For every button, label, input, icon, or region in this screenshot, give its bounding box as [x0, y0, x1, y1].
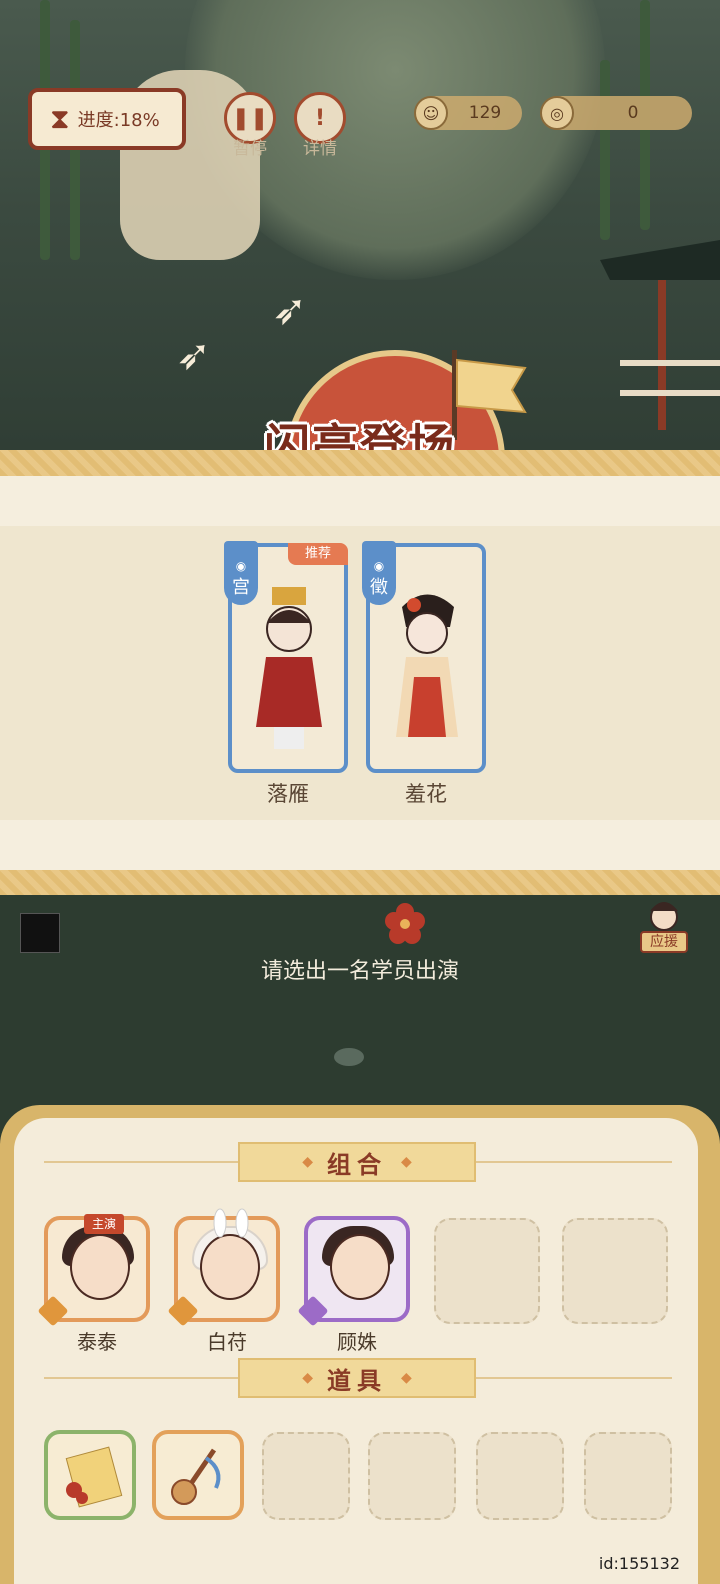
game-scene: ➶ ➶ — [0, 0, 720, 470]
diamond-icon: ◆ — [401, 1370, 412, 1386]
cheer-avatar-icon — [650, 902, 678, 931]
badge-label: 宫 — [232, 577, 250, 598]
xiuhua-figure — [396, 594, 458, 737]
member-slot-gushu[interactable] — [297, 1216, 410, 1327]
scene-thumbnail-icon[interactable] — [20, 913, 60, 953]
currency-a-display: ☺ 129 — [414, 96, 522, 130]
bunny-ears-icon — [213, 1208, 249, 1238]
currency-b-display: ◎ 0 — [540, 96, 692, 130]
member-name: 顾姝 — [337, 1330, 377, 1354]
empty-member-slot[interactable] — [562, 1218, 668, 1324]
note-icon: ◉ — [373, 559, 385, 573]
empty-member-slot[interactable] — [434, 1218, 540, 1324]
diamond-icon: ◆ — [401, 1154, 412, 1170]
progress-label: 进度:18% — [77, 110, 160, 131]
palace-note-badge: ◉ 宫 — [224, 541, 258, 605]
empty-item-slot[interactable] — [368, 1432, 456, 1520]
diamond-icon: ◆ — [302, 1154, 313, 1170]
note-icon: ◉ — [235, 559, 247, 573]
item-slot-pipa[interactable] — [152, 1430, 244, 1520]
lead-role-tag: 主演 — [84, 1214, 124, 1234]
lower-scene — [0, 895, 720, 1135]
cheer-label: 应援 — [640, 931, 688, 953]
cheer-button[interactable]: 应援 — [640, 897, 688, 955]
bird-icon: ➶ — [176, 330, 212, 379]
select-prompt: 请选出一名学员出演 — [260, 959, 459, 984]
candidate-name: 落雁 — [267, 782, 309, 806]
member-slot-baifu[interactable] — [167, 1208, 280, 1327]
member-name: 白苻 — [207, 1330, 247, 1354]
candidate-area — [0, 526, 720, 820]
items-section-title: ◆ 道具 ◆ — [238, 1358, 476, 1398]
player-id: id:155132 — [598, 1554, 680, 1573]
coin-icon: ◎ — [540, 96, 574, 130]
item-slot-scroll[interactable] — [44, 1430, 136, 1520]
portrait-face — [70, 1234, 130, 1300]
candidate-name: 羞花 — [405, 782, 447, 806]
portrait-face — [330, 1234, 390, 1300]
paper-strip — [0, 820, 720, 870]
hourglass-icon: ⧗ — [50, 102, 70, 135]
luoyan-figure — [256, 587, 322, 749]
candidate-card-luoyan[interactable]: ◉ 宫 推荐 — [224, 541, 348, 773]
currency-b-value: 0 — [627, 103, 639, 123]
paper-strip — [0, 476, 720, 526]
gold-divider — [0, 450, 720, 476]
student-avatar-icon: ☺ — [414, 96, 448, 130]
empty-item-slot[interactable] — [476, 1432, 564, 1520]
member-name: 泰泰 — [77, 1330, 117, 1354]
items-title: 道具 — [327, 1366, 387, 1395]
scroll-book-icon — [65, 1446, 123, 1508]
combo-title: 组合 — [327, 1150, 387, 1179]
bamboo-stalk — [600, 60, 610, 240]
pause-icon: ❚❚ — [231, 105, 269, 131]
empty-item-slot[interactable] — [584, 1432, 672, 1520]
recommended-tag: 推荐 — [288, 543, 348, 565]
bird-icon: ➶ — [272, 285, 308, 334]
pavilion-icon — [600, 240, 720, 430]
progress-indicator: ⧗ 进度:18% — [28, 88, 186, 150]
zhi-note-badge: ◉ 徵 — [362, 541, 396, 605]
currency-a-value: 129 — [468, 103, 502, 123]
details-label: 详情 — [303, 139, 337, 159]
pause-label: 暂停 — [233, 139, 267, 159]
plum-blossom-icon — [385, 903, 425, 944]
exclamation-icon: ! — [314, 105, 326, 131]
gold-divider — [0, 870, 720, 896]
candidate-card-xiuhua[interactable]: ◉ 徵 — [362, 541, 486, 773]
pipa-instrument-icon — [171, 1448, 221, 1505]
member-slot-taitai[interactable]: 主演 — [37, 1214, 150, 1327]
portrait-face — [200, 1234, 260, 1300]
diamond-icon: ◆ — [302, 1370, 313, 1386]
badge-label: 徵 — [370, 577, 388, 598]
combo-section-title: ◆ 组合 ◆ — [238, 1142, 476, 1182]
empty-item-slot[interactable] — [262, 1432, 350, 1520]
stone-decor — [334, 1048, 364, 1066]
